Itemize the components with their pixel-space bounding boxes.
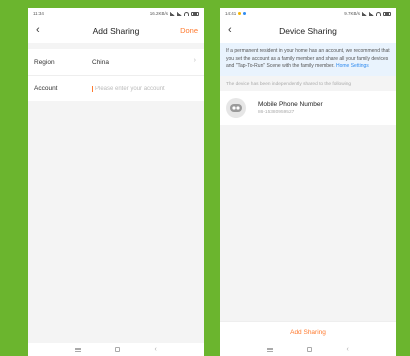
avatar [226,97,246,118]
back-arrow-icon[interactable]: ‹ [36,25,46,36]
shared-member-row[interactable]: Mobile Phone Number 86-15380959527 [220,90,396,125]
home-icon[interactable] [115,347,121,352]
home-icon[interactable] [307,347,313,352]
notification-dot-icon [238,12,242,15]
status-icons: 16.2KB/s [150,11,199,16]
notification-app-icon [243,12,247,15]
signal-icon [170,11,175,16]
add-sharing-button[interactable]: Add Sharing [220,321,396,343]
status-icons: 9.7KB/s [344,11,391,16]
system-nav-bar: ‹ [220,343,396,356]
status-time: 11:34 [33,11,44,16]
info-banner: If a permanent resident in your home has… [220,43,396,76]
system-nav-bar: ‹ [28,343,204,356]
region-label: Region [34,58,55,66]
network-speed: 16.2KB/s [149,11,168,16]
account-row: Account [28,75,204,101]
status-bar: 14:41 9.7KB/s [220,8,396,19]
account-input[interactable] [92,85,192,92]
signal-icon [362,11,367,16]
device-sharing-screen: 14:41 9.7KB/s ‹ Device Sharing If a perm… [220,8,396,356]
region-value: China [92,58,109,66]
status-bar: 11:34 16.2KB/s [28,8,204,19]
status-left: 14:41 [225,11,247,16]
battery-icon [191,11,199,16]
status-time: 14:41 [225,11,237,16]
back-icon[interactable]: ‹ [155,346,157,353]
page-title: Add Sharing [92,26,140,36]
battery-icon [383,11,391,16]
shared-section-note: The device has been independently shared… [226,81,352,87]
back-arrow-icon[interactable]: ‹ [228,25,238,36]
member-text: Mobile Phone Number 86-15380959527 [258,101,323,115]
chevron-right-icon: › [193,57,196,64]
back-icon[interactable]: ‹ [347,346,349,353]
nav-bar: ‹ Add Sharing Done [28,19,204,43]
signal-icon-2 [177,11,182,16]
sharing-form: Region China › Account [28,49,204,101]
add-sharing-screen: 11:34 16.2KB/s ‹ Add Sharing Done Region… [28,8,204,356]
menu-icon[interactable] [75,347,82,352]
member-name: Mobile Phone Number [258,100,323,108]
menu-icon[interactable] [267,347,274,352]
home-settings-link[interactable]: Home Settings [336,63,369,69]
signal-icon-2 [369,11,374,16]
avatar-robot-icon [230,103,242,112]
wifi-icon [184,11,189,16]
page-title: Device Sharing [279,26,337,36]
wifi-icon [376,11,381,16]
done-button[interactable]: Done [180,26,198,35]
region-row[interactable]: Region China › [28,49,204,75]
member-number: 86-15380959527 [258,109,295,115]
nav-bar: ‹ Device Sharing [220,19,396,43]
network-speed: 9.7KB/s [344,11,360,16]
account-label: Account [34,85,58,92]
